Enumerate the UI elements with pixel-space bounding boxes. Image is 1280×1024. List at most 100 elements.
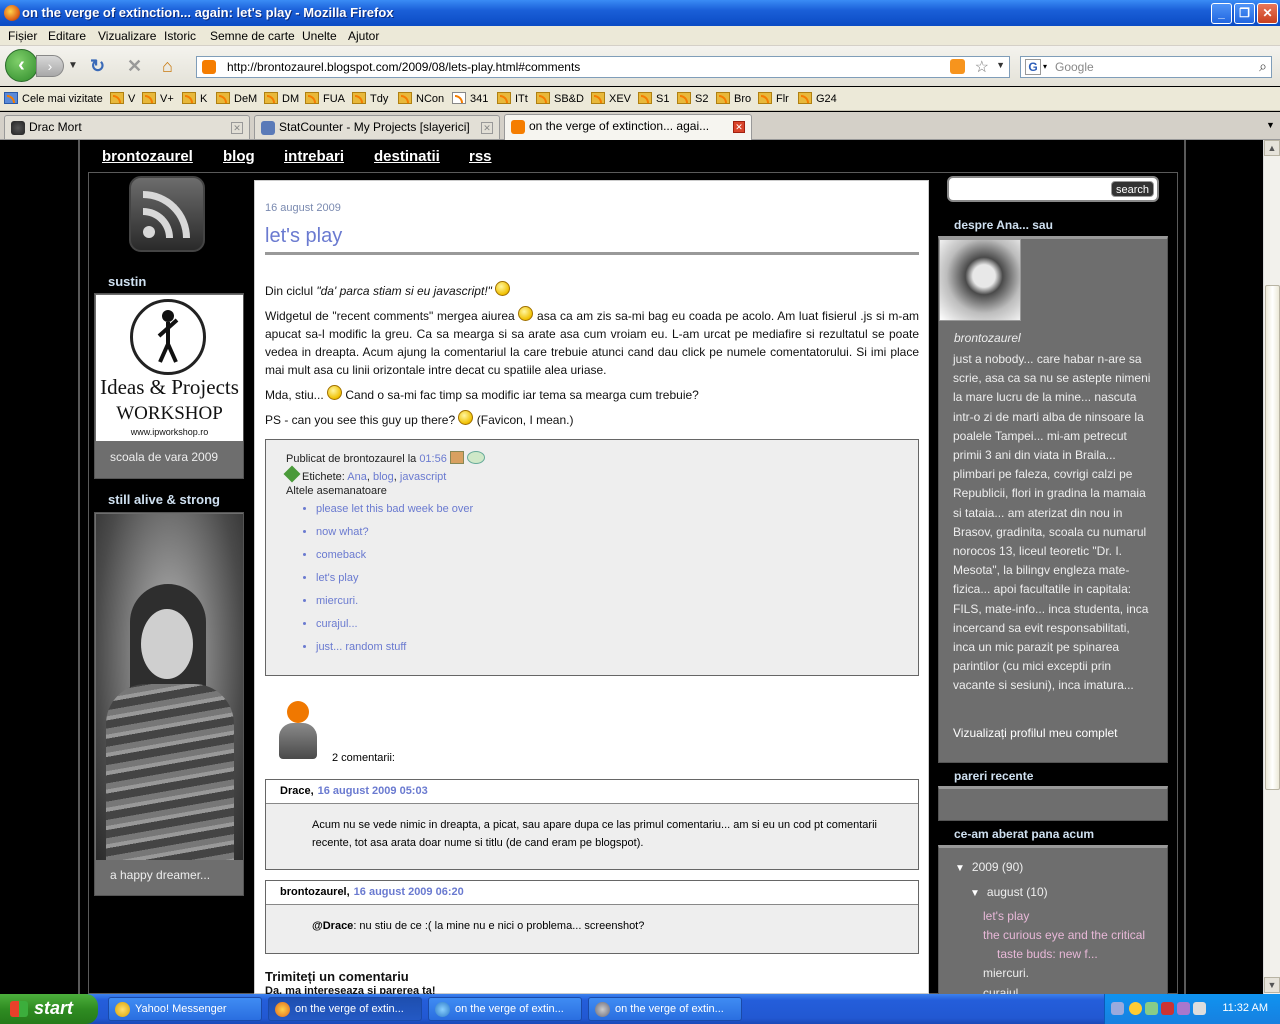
history-dropdown-icon[interactable]: ▼ bbox=[68, 60, 78, 71]
url-text[interactable]: http://brontozaurel.blogspot.com/2009/08… bbox=[227, 60, 580, 74]
nav-intrebari[interactable]: intrebari bbox=[284, 148, 344, 165]
bookmark-item[interactable]: NCon bbox=[398, 92, 444, 105]
comment-author[interactable]: brontozaurel, bbox=[280, 886, 350, 898]
bookmark-item[interactable]: DM bbox=[264, 92, 299, 105]
tab-close-icon[interactable]: ✕ bbox=[481, 122, 493, 134]
menu-file[interactable]: Fișier bbox=[8, 29, 37, 43]
search-box[interactable]: G ▾ Google ⌕ bbox=[1020, 56, 1272, 78]
comment-author[interactable]: Drace, bbox=[280, 785, 314, 797]
bookmark-item[interactable]: Tdy bbox=[352, 92, 388, 105]
related-link[interactable]: curajul... bbox=[316, 618, 473, 641]
archive-post[interactable]: taste buds: new f... bbox=[997, 947, 1098, 961]
post-title[interactable]: let's play bbox=[265, 225, 342, 248]
url-dropdown-icon[interactable]: ▼ bbox=[996, 60, 1005, 70]
rss-feed-icon[interactable] bbox=[950, 59, 965, 74]
bookmark-most-visited[interactable]: Cele mai vizitate bbox=[4, 92, 103, 105]
bookmark-item[interactable]: G24 bbox=[798, 92, 837, 105]
bookmark-item[interactable]: S2 bbox=[677, 92, 708, 105]
menu-history[interactable]: Istoric bbox=[164, 29, 196, 43]
forward-button[interactable]: › bbox=[36, 55, 64, 77]
maximize-button[interactable]: ❐ bbox=[1234, 3, 1255, 24]
scroll-thumb[interactable] bbox=[1265, 285, 1280, 790]
stop-icon[interactable]: ✕ bbox=[127, 56, 142, 77]
scroll-down-icon[interactable]: ▼ bbox=[1264, 977, 1280, 993]
yahoo-icon[interactable] bbox=[1177, 1002, 1190, 1015]
edit-post-icon[interactable] bbox=[466, 451, 485, 464]
menu-tools[interactable]: Unelte bbox=[302, 29, 337, 43]
profile-link[interactable]: Vizualizați profilul meu complet bbox=[953, 726, 1118, 740]
related-link[interactable]: let's play bbox=[316, 572, 473, 595]
blog-search-field[interactable]: search bbox=[947, 176, 1159, 202]
google-engine-icon[interactable]: G bbox=[1025, 59, 1041, 75]
profile-name[interactable]: brontozaurel bbox=[954, 331, 1021, 345]
taskbar-item-yahoo[interactable]: Yahoo! Messenger bbox=[108, 997, 262, 1021]
archive-year[interactable]: ▼ 2009 (90) bbox=[955, 860, 1023, 874]
bookmark-item[interactable]: V+ bbox=[142, 92, 174, 105]
archive-post[interactable]: let's play bbox=[983, 909, 1029, 923]
bookmark-item[interactable]: ITt bbox=[497, 92, 528, 105]
label-link[interactable]: javascript bbox=[400, 471, 446, 483]
expanded-triangle-icon[interactable]: ▼ bbox=[970, 888, 980, 899]
email-post-icon[interactable] bbox=[449, 451, 464, 464]
archive-post[interactable]: the curious eye and the critical bbox=[983, 928, 1145, 942]
vertical-scrollbar[interactable]: ▲ ▼ bbox=[1263, 140, 1280, 994]
bookmark-item[interactable]: SB&D bbox=[536, 92, 584, 105]
menu-edit[interactable]: Editare bbox=[48, 29, 86, 43]
nav-brontozaurel[interactable]: brontozaurel bbox=[102, 148, 193, 165]
home-icon[interactable]: ⌂ bbox=[162, 56, 173, 77]
reload-icon[interactable]: ↻ bbox=[90, 56, 105, 77]
tab-close-icon[interactable]: ✕ bbox=[231, 122, 243, 134]
network-icon[interactable] bbox=[1193, 1002, 1206, 1015]
label-link[interactable]: blog bbox=[373, 471, 394, 483]
bookmark-item[interactable]: Flr bbox=[758, 92, 789, 105]
taskbar-item-browser[interactable]: on the verge of extin... bbox=[588, 997, 742, 1021]
menu-view[interactable]: Vizualizare bbox=[98, 29, 156, 43]
start-button[interactable]: start bbox=[0, 994, 98, 1024]
related-link[interactable]: please let this bad week be over bbox=[316, 503, 473, 526]
menu-help[interactable]: Ajutor bbox=[348, 29, 379, 43]
tab-statcounter[interactable]: StatCounter - My Projects [slayerici] ✕ bbox=[254, 115, 500, 139]
nav-rss[interactable]: rss bbox=[469, 148, 492, 165]
archive-post[interactable]: curajul bbox=[983, 986, 1018, 994]
bookmark-item[interactable]: K bbox=[182, 92, 207, 105]
menu-bookmarks[interactable]: Semne de carte bbox=[210, 29, 295, 43]
related-link[interactable]: miercuri. bbox=[316, 595, 473, 618]
bookmark-item[interactable]: XEV bbox=[591, 92, 631, 105]
related-link[interactable]: just... random stuff bbox=[316, 641, 473, 664]
permalink-time[interactable]: 01:56 bbox=[419, 453, 447, 465]
bookmark-item[interactable]: DeM bbox=[216, 92, 257, 105]
nav-destinatii[interactable]: destinatii bbox=[374, 148, 440, 165]
comment-date[interactable]: 16 august 2009 05:03 bbox=[318, 785, 428, 797]
bookmark-item[interactable]: V bbox=[110, 92, 135, 105]
ip-workshop-logo[interactable]: Ideas & Projects WORKSHOP www.ipworkshop… bbox=[96, 295, 243, 441]
url-bar[interactable]: http://brontozaurel.blogspot.com/2009/08… bbox=[196, 56, 1010, 78]
rss-feed-icon[interactable] bbox=[129, 176, 205, 252]
scroll-up-icon[interactable]: ▲ bbox=[1264, 140, 1280, 156]
archive-post[interactable]: miercuri. bbox=[983, 966, 1029, 980]
tab-drac-mort[interactable]: Drac Mort ✕ bbox=[4, 115, 250, 139]
back-button[interactable]: ‹ bbox=[5, 49, 38, 82]
volume-icon[interactable] bbox=[1145, 1002, 1158, 1015]
archive-month[interactable]: ▼ august (10) bbox=[970, 885, 1048, 899]
profile-photo[interactable] bbox=[939, 239, 1021, 321]
minimize-button[interactable]: _ bbox=[1211, 3, 1232, 24]
bookmark-item[interactable]: S1 bbox=[638, 92, 669, 105]
label-link[interactable]: Ana bbox=[347, 471, 367, 483]
tab-list-icon[interactable]: ▼ bbox=[1266, 120, 1275, 130]
related-link[interactable]: comeback bbox=[316, 549, 473, 572]
tray-arrow-icon[interactable] bbox=[1111, 1002, 1124, 1015]
taskbar-item-ie[interactable]: on the verge of extin... bbox=[428, 997, 582, 1021]
expanded-triangle-icon[interactable]: ▼ bbox=[955, 863, 965, 874]
tab-close-icon[interactable]: ✕ bbox=[733, 121, 745, 133]
related-link[interactable]: now what? bbox=[316, 526, 473, 549]
bookmark-item[interactable]: Bro bbox=[716, 92, 751, 105]
bookmark-star-icon[interactable]: ☆ bbox=[975, 57, 989, 77]
messenger-tray-icon[interactable] bbox=[1129, 1002, 1142, 1015]
tab-current-post[interactable]: on the verge of extinction... agai... ✕ bbox=[504, 114, 752, 140]
engine-dropdown-icon[interactable]: ▾ bbox=[1043, 62, 1047, 71]
close-button[interactable]: ✕ bbox=[1257, 3, 1278, 24]
comment-date[interactable]: 16 august 2009 06:20 bbox=[354, 886, 464, 898]
antivirus-icon[interactable] bbox=[1161, 1002, 1174, 1015]
search-icon[interactable]: ⌕ bbox=[1259, 58, 1267, 75]
taskbar-item-firefox[interactable]: on the verge of extin... bbox=[268, 997, 422, 1021]
